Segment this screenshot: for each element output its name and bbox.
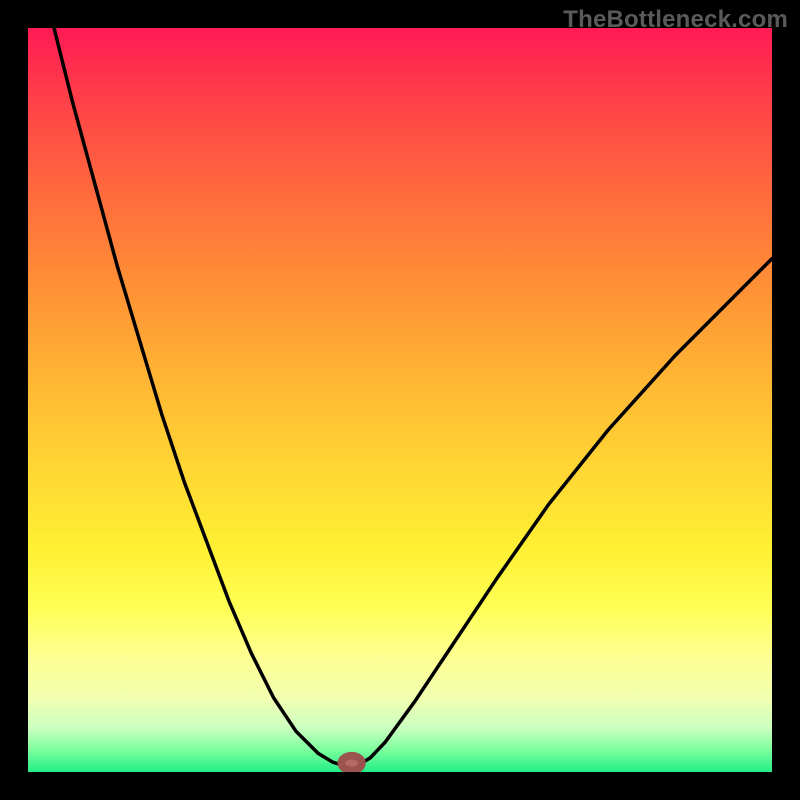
chart-container: TheBottleneck.com xyxy=(0,0,800,800)
curve-svg xyxy=(28,28,772,772)
plot-area xyxy=(28,28,772,772)
minimum-marker xyxy=(341,756,362,771)
bottleneck-curve xyxy=(28,28,772,765)
